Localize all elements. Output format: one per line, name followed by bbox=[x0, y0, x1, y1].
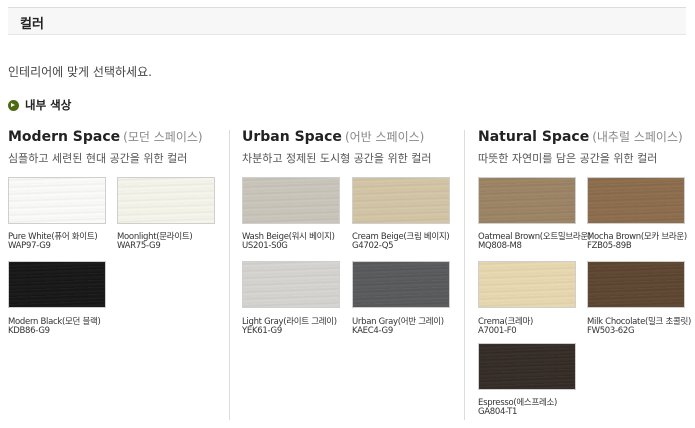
swatch-code: FZB05-89B bbox=[587, 241, 632, 251]
swatch-code: A7001-F0 bbox=[478, 326, 517, 336]
group-title: Natural Space (내추럴 스페이스) bbox=[478, 129, 683, 145]
swatch-code: FW503-62G bbox=[587, 326, 635, 336]
color-swatch[interactable] bbox=[587, 261, 685, 308]
swatch-code: WAR75-G9 bbox=[117, 241, 161, 251]
color-swatch[interactable] bbox=[8, 177, 106, 224]
group-title: Urban Space (어반 스페이스) bbox=[242, 129, 425, 145]
intro-text: 인테리어에 맞게 선택하세요. bbox=[8, 65, 152, 79]
color-swatch[interactable] bbox=[352, 177, 450, 224]
swatch-code: KDB86-G9 bbox=[8, 326, 50, 336]
color-swatch[interactable] bbox=[478, 343, 576, 390]
color-group-natural: Natural Space (내추럴 스페이스) 따뜻한 자연미를 담은 공간을 … bbox=[478, 128, 683, 166]
section-heading: 내부 색상 bbox=[8, 97, 71, 113]
group-subtitle: 따뜻한 자연미를 담은 공간을 위한 컬러 bbox=[478, 152, 658, 165]
swatch-code: US201-S0G bbox=[242, 241, 288, 251]
arrow-bullet-icon bbox=[8, 99, 19, 111]
group-subtitle: 차분하고 정제된 도시형 공간을 위한 컬러 bbox=[242, 152, 432, 165]
color-swatch[interactable] bbox=[352, 261, 450, 308]
color-group-modern: Modern Space (모던 스페이스) 심플하고 세련된 현대 공간을 위한… bbox=[8, 128, 203, 166]
section-heading-label: 내부 색상 bbox=[25, 98, 72, 112]
swatch-code: G4702-Q5 bbox=[352, 241, 394, 251]
color-swatch[interactable] bbox=[8, 261, 106, 308]
column-divider bbox=[229, 130, 230, 420]
color-swatch[interactable] bbox=[478, 177, 576, 224]
color-swatch[interactable] bbox=[587, 177, 685, 224]
swatch-code: YEK61-G9 bbox=[242, 326, 282, 336]
color-swatch[interactable] bbox=[242, 177, 340, 224]
page-title: 컬러 bbox=[20, 17, 44, 32]
column-divider bbox=[464, 130, 465, 420]
page-header: 컬러 bbox=[8, 7, 686, 35]
color-group-urban: Urban Space (어반 스페이스) 차분하고 정제된 도시형 공간을 위한… bbox=[242, 128, 432, 166]
group-subtitle: 심플하고 세련된 현대 공간을 위한 컬러 bbox=[8, 152, 188, 165]
color-swatch[interactable] bbox=[117, 177, 215, 224]
swatch-code: KAEC4-G9 bbox=[352, 326, 393, 336]
swatch-code: GA804-T1 bbox=[478, 407, 518, 417]
swatch-code: MQ808-M8 bbox=[478, 241, 522, 251]
group-title: Modern Space (모던 스페이스) bbox=[8, 129, 203, 145]
swatch-code: WAP97-G9 bbox=[8, 241, 51, 251]
color-swatch[interactable] bbox=[242, 261, 340, 308]
color-swatch[interactable] bbox=[478, 261, 576, 308]
